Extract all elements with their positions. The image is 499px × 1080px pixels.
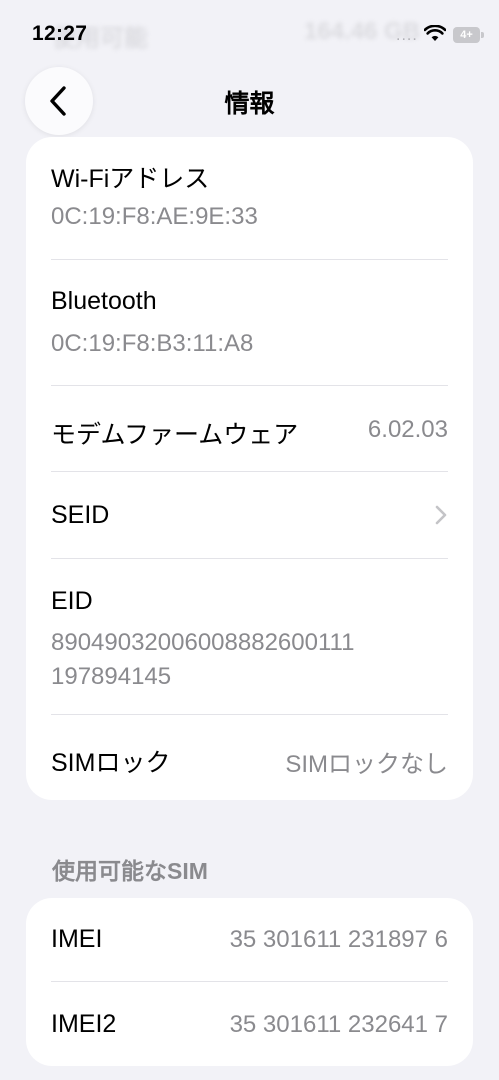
bluetooth-value: 0C:19:F8:B3:11:A8 xyxy=(51,330,254,357)
divider xyxy=(51,558,448,559)
imei2-value: 35 301611 232641 7 xyxy=(229,1011,448,1038)
wifi-icon xyxy=(424,25,446,41)
eid-value-line1: 89049032006008882600111 xyxy=(51,629,355,656)
modem-firmware-value: 6.02.03 xyxy=(367,416,448,443)
status-time: 12:27 xyxy=(32,22,88,45)
wifi-address-value: 0C:19:F8:AE:9E:33 xyxy=(51,203,258,230)
battery-cap xyxy=(481,32,484,38)
bluetooth-label: Bluetooth xyxy=(51,287,157,315)
seid-row[interactable]: SEID xyxy=(51,472,448,558)
section-header-available-sim: 使用可能なSIM xyxy=(52,858,208,884)
page-title: 情報 xyxy=(224,90,275,118)
cellular-signal-icon: .... xyxy=(396,27,418,44)
battery-level: 4+ xyxy=(460,29,473,41)
eid-label: EID xyxy=(51,587,93,615)
imei-label: IMEI xyxy=(51,925,103,953)
sim-card: IMEI 35 301611 231897 6 IMEI2 35 301611 … xyxy=(26,898,473,1066)
simlock-label: SIMロック xyxy=(51,749,171,777)
imei2-label: IMEI2 xyxy=(51,1010,117,1038)
divider xyxy=(51,981,448,982)
simlock-value: SIMロックなし xyxy=(285,751,448,778)
wifi-address-label: Wi-Fiアドレス xyxy=(51,165,210,193)
status-bar: 使用可能 164.46 GB 12:27 .... 4+ xyxy=(0,0,499,70)
about-screen: 使用可能 164.46 GB 12:27 .... 4+ 情報 Wi-Fiアドレ… xyxy=(0,0,499,1080)
modem-firmware-label: モデムファームウェア xyxy=(51,421,299,449)
divider xyxy=(51,259,448,260)
divider xyxy=(51,714,448,715)
eid-value-line2: 197894145 xyxy=(51,663,172,690)
chevron-right-icon xyxy=(435,505,447,525)
imei-value: 35 301611 231897 6 xyxy=(229,926,448,953)
divider xyxy=(51,385,448,386)
battery-icon: 4+ xyxy=(453,27,480,43)
info-card: Wi-Fiアドレス 0C:19:F8:AE:9E:33 Bluetooth 0C… xyxy=(26,137,473,800)
seid-label: SEID xyxy=(51,501,110,529)
